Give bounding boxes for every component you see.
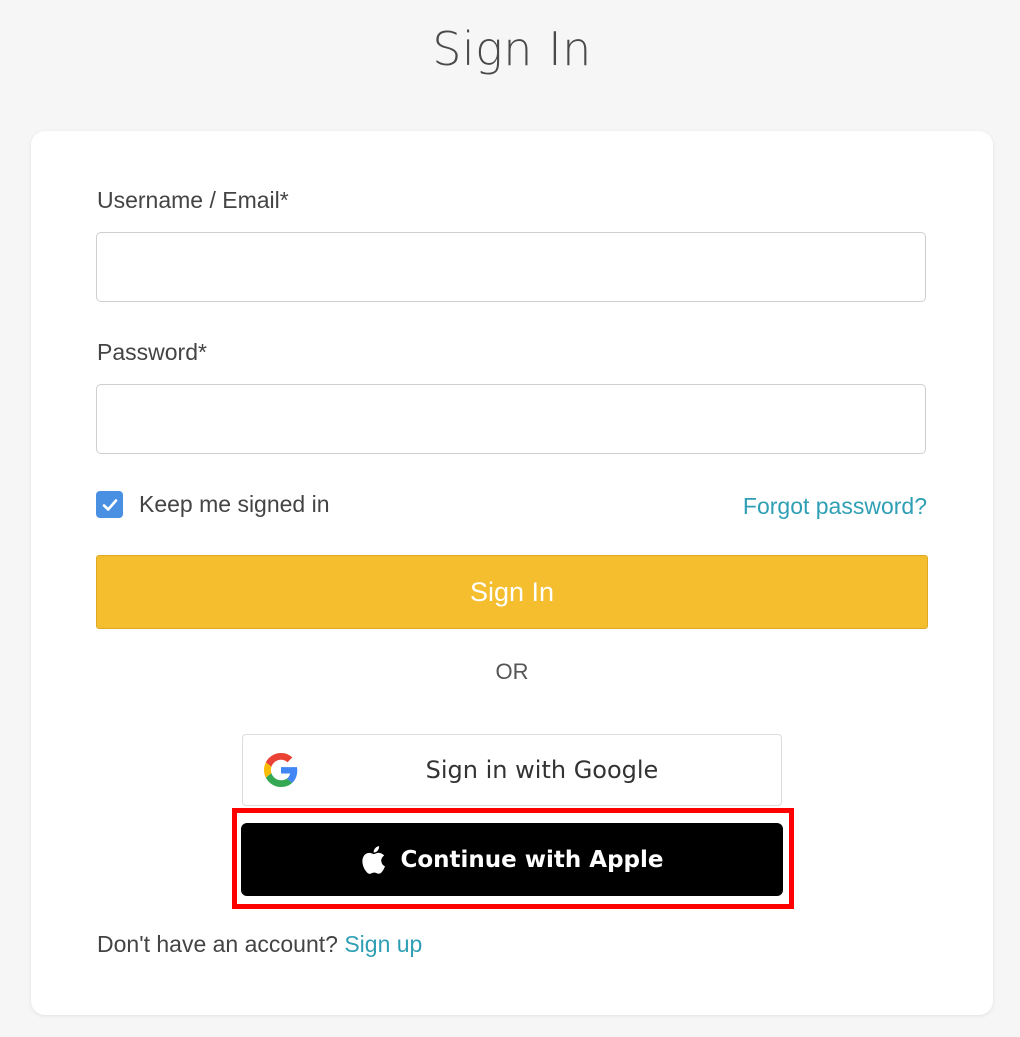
page-title: Sign In bbox=[432, 22, 592, 76]
google-sign-in-button[interactable]: Sign in with Google bbox=[242, 734, 782, 806]
google-sign-in-label: Sign in with Google bbox=[425, 756, 659, 784]
signup-prompt-text: Don't have an account? bbox=[97, 931, 338, 957]
forgot-password-link[interactable]: Forgot password? bbox=[743, 493, 927, 520]
sign-in-card: Username / Email* Password* Keep me sign… bbox=[31, 131, 993, 1015]
sign-in-button[interactable]: Sign In bbox=[96, 555, 928, 629]
username-input[interactable] bbox=[96, 232, 926, 302]
username-label: Username / Email* bbox=[97, 187, 289, 213]
keep-signed-in-checkbox[interactable]: Keep me signed in bbox=[96, 491, 330, 518]
or-divider: OR bbox=[495, 659, 529, 684]
apple-logo-icon bbox=[362, 845, 386, 874]
google-g-icon bbox=[264, 753, 298, 787]
signup-prompt: Don't have an account? Sign up bbox=[97, 931, 422, 958]
keep-signed-in-label: Keep me signed in bbox=[139, 491, 330, 517]
sign-in-page: Sign In Username / Email* Password* Keep… bbox=[0, 0, 1020, 1037]
password-input[interactable] bbox=[96, 384, 926, 454]
sign-up-link[interactable]: Sign up bbox=[344, 931, 422, 957]
password-label: Password* bbox=[97, 339, 207, 365]
checkbox-checked-icon[interactable] bbox=[96, 491, 123, 518]
apple-sign-in-label: Continue with Apple bbox=[400, 846, 664, 873]
apple-sign-in-button[interactable]: Continue with Apple bbox=[241, 823, 783, 896]
